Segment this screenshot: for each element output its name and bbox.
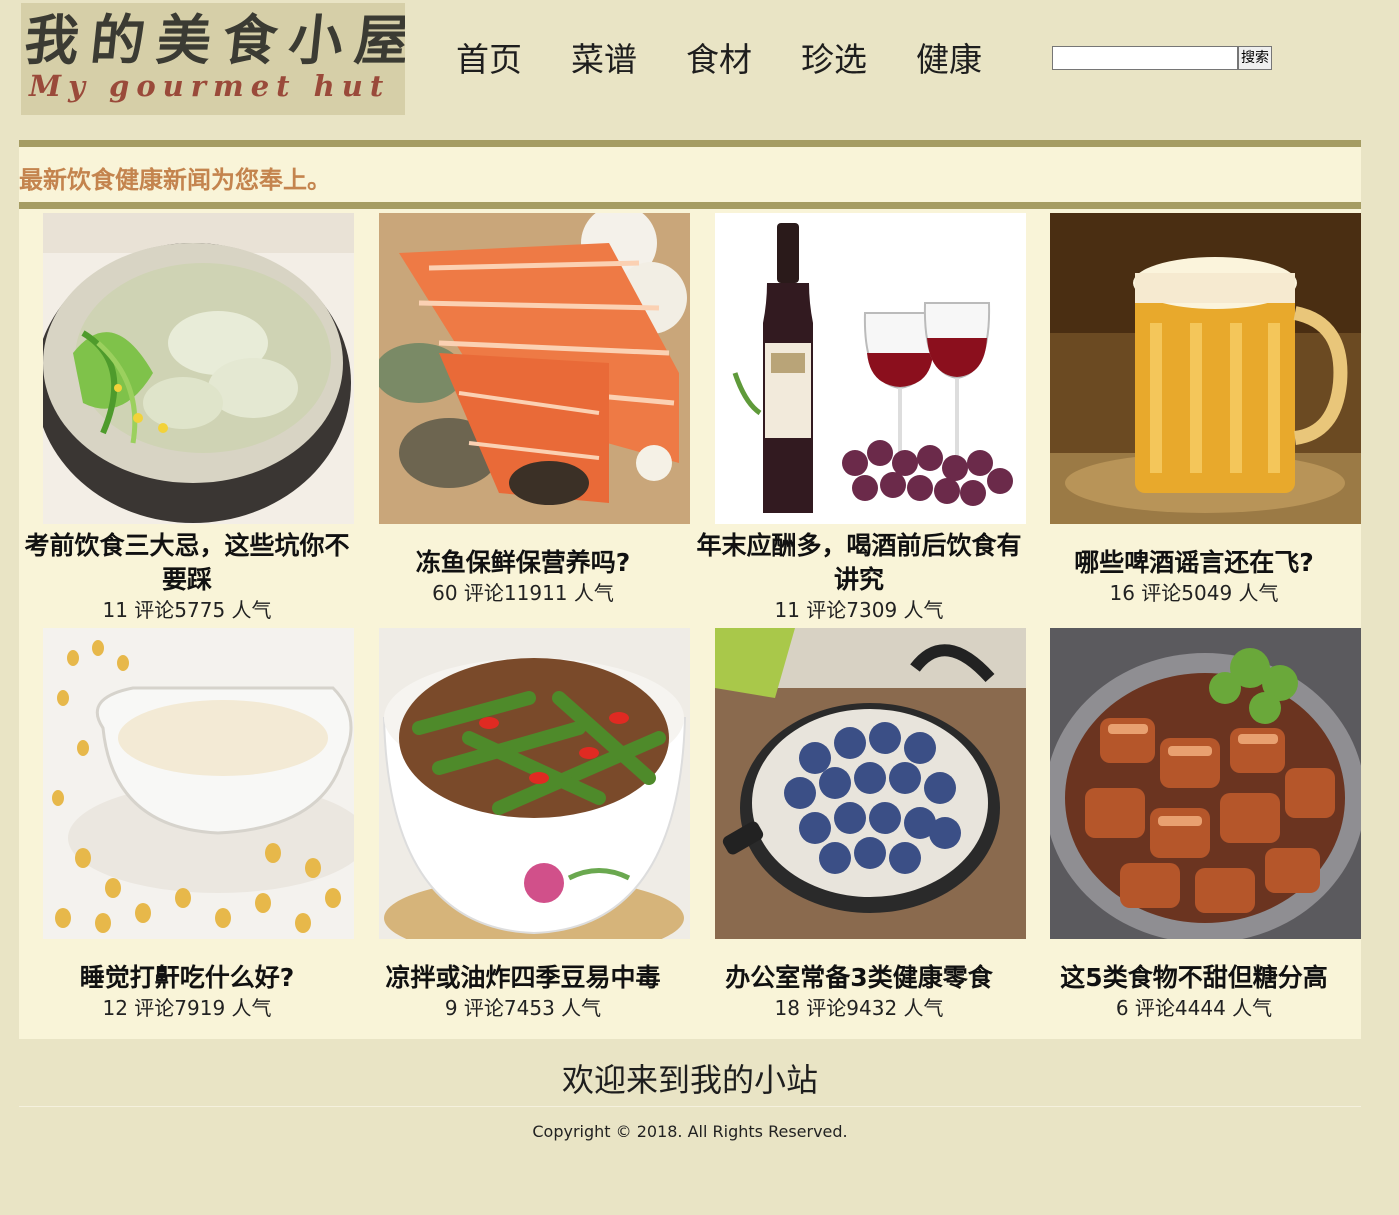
nav-item-home[interactable]: 首页 bbox=[456, 38, 571, 82]
main-nav: 首页 菜谱 食材 珍选 健康 bbox=[456, 38, 1031, 82]
card-title[interactable]: 睡觉打鼾吃什么好? bbox=[19, 961, 355, 995]
card-meta: 16 评论5049 人气 bbox=[1109, 581, 1279, 605]
card-title[interactable]: 考前饮食三大忌，这些坑你不要踩 bbox=[19, 529, 355, 597]
search-input[interactable] bbox=[1052, 46, 1238, 70]
green-beans-image[interactable] bbox=[379, 628, 690, 939]
card-title[interactable]: 这5类食物不甜但糖分高 bbox=[1026, 961, 1362, 995]
red-wine-image[interactable] bbox=[715, 213, 1026, 524]
beer-mug-image[interactable] bbox=[1050, 213, 1361, 524]
braised-pork-image[interactable] bbox=[1050, 628, 1361, 939]
nav-item-selection[interactable]: 珍选 bbox=[801, 38, 916, 82]
news-card[interactable]: 办公室常备3类健康零食 18 评论9432 人气 bbox=[691, 628, 1027, 1021]
logo-chinese-text: 我的美食小屋 bbox=[21, 8, 405, 72]
card-title[interactable]: 年末应酬多，喝酒前后饮食有讲究 bbox=[691, 529, 1027, 597]
news-card[interactable]: 考前饮食三大忌，这些坑你不要踩 11 评论5775 人气 bbox=[19, 213, 355, 623]
card-title[interactable]: 办公室常备3类健康零食 bbox=[691, 961, 1027, 995]
card-title[interactable]: 凉拌或油炸四季豆易中毒 bbox=[355, 961, 691, 995]
card-meta: 9 评论7453 人气 bbox=[444, 996, 602, 1020]
top-divider bbox=[19, 140, 1361, 147]
card-meta: 12 评论7919 人气 bbox=[102, 996, 272, 1020]
card-meta: 60 评论11911 人气 bbox=[432, 581, 614, 605]
news-section: 最新饮食健康新闻为您奉上。 考前饮食三大忌，这些坑你不要踩 11 评论5775 … bbox=[19, 140, 1361, 1039]
card-title[interactable]: 哪些啤酒谣言还在飞? bbox=[1026, 546, 1362, 580]
search-button[interactable]: 搜索 bbox=[1238, 46, 1272, 70]
card-title[interactable]: 冻鱼保鲜保营养吗? bbox=[355, 546, 691, 580]
banner-divider bbox=[19, 202, 1361, 209]
section-banner: 最新饮食健康新闻为您奉上。 bbox=[19, 166, 331, 194]
blueberries-image[interactable] bbox=[715, 628, 1026, 939]
logo-english-text: My gourmet hut bbox=[29, 69, 391, 103]
news-card[interactable]: 哪些啤酒谣言还在飞? 16 评论5049 人气 bbox=[1026, 213, 1362, 606]
search-form: 搜索 bbox=[1052, 46, 1272, 70]
page: 我的美食小屋 My gourmet hut 首页 菜谱 食材 珍选 健康 搜索 … bbox=[0, 0, 1399, 1215]
news-card[interactable]: 年末应酬多，喝酒前后饮食有讲究 11 评论7309 人气 bbox=[691, 213, 1027, 623]
card-meta: 11 评论7309 人气 bbox=[774, 598, 944, 622]
site-logo[interactable]: 我的美食小屋 My gourmet hut bbox=[21, 3, 405, 115]
footer-copyright: Copyright © 2018. All Rights Reserved. bbox=[532, 1122, 848, 1141]
footer-welcome: 欢迎来到我的小站 bbox=[561, 1061, 818, 1099]
card-meta: 18 评论9432 人气 bbox=[774, 996, 944, 1020]
salmon-fillet-image[interactable] bbox=[379, 213, 690, 524]
news-card[interactable]: 睡觉打鼾吃什么好? 12 评论7919 人气 bbox=[19, 628, 355, 1021]
news-card[interactable]: 冻鱼保鲜保营养吗? 60 评论11911 人气 bbox=[355, 213, 691, 606]
nav-item-ingredients[interactable]: 食材 bbox=[686, 38, 801, 82]
dumpling-soup-image[interactable] bbox=[43, 213, 354, 524]
nav-item-recipes[interactable]: 菜谱 bbox=[571, 38, 686, 82]
nav-item-health[interactable]: 健康 bbox=[916, 38, 1031, 82]
soy-milk-image[interactable] bbox=[43, 628, 354, 939]
card-meta: 11 评论5775 人气 bbox=[102, 598, 272, 622]
news-card[interactable]: 凉拌或油炸四季豆易中毒 9 评论7453 人气 bbox=[355, 628, 691, 1021]
footer-divider bbox=[19, 1106, 1361, 1107]
news-card[interactable]: 这5类食物不甜但糖分高 6 评论4444 人气 bbox=[1026, 628, 1362, 1021]
card-meta: 6 评论4444 人气 bbox=[1115, 996, 1273, 1020]
